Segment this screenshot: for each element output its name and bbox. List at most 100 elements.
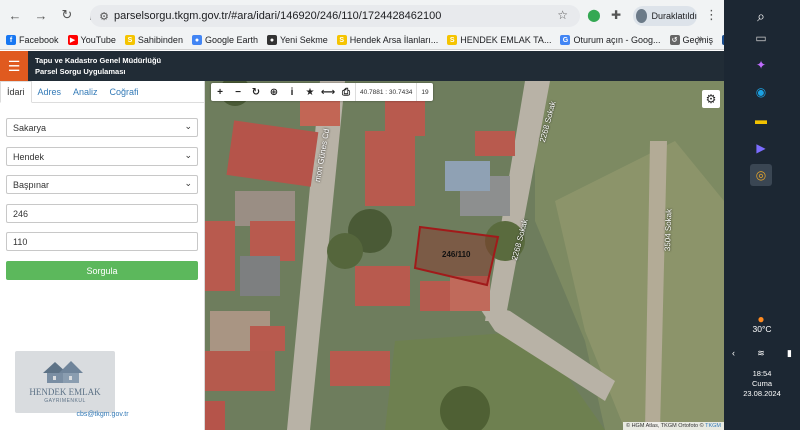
media-player-icon[interactable]: ▶ — [750, 137, 772, 159]
wifi-icon[interactable]: ≋ — [757, 348, 765, 359]
bookmark-item[interactable]: S Hendek Arsa İlanları... — [336, 35, 438, 45]
bookmark-item[interactable]: f Facebook — [6, 35, 59, 45]
task-view-icon[interactable]: ▭ — [750, 27, 772, 49]
chevron-down-icon: ⌄ — [184, 121, 192, 131]
bookmark-item[interactable]: ▶ YouTube — [67, 35, 116, 45]
maps-extension-icon[interactable]: ⬤ — [586, 7, 602, 23]
profile-button[interactable]: Duraklatıldı — [633, 6, 697, 26]
search-icon[interactable]: ⌕ — [750, 5, 772, 27]
bookmark-favicon-icon: ▶ — [67, 35, 78, 45]
bookmark-item[interactable]: ● Yeni Sekme — [267, 35, 328, 45]
footer-email[interactable]: cbs@tkgm.gov.tr — [0, 411, 205, 418]
map-toolbar: + − ↻ ⊕ i ★ ⟷ ⎙ 40.7881 : 30.7434 19 — [211, 83, 433, 101]
block-input[interactable]: 246 — [6, 204, 198, 223]
bookmark-label: Oturum açın - Goog... — [573, 35, 661, 45]
favorite-star-icon[interactable]: ★ — [301, 83, 319, 101]
refresh-icon[interactable]: ↻ — [247, 83, 265, 101]
edge-icon[interactable]: ◉ — [750, 81, 772, 103]
profile-name: Duraklatıldı — [651, 11, 697, 21]
map-attribution: © HGM Atlas, TKGM Ortofoto © TKGM — [622, 422, 724, 430]
tab-analiz[interactable]: Analiz — [67, 81, 104, 102]
zoom-level: 19 — [416, 83, 432, 101]
browser-chrome: ← → ↻ ⌂ ⚙ parselsorgu.tkgm.gov.tr/#ara/i… — [0, 0, 800, 50]
bookmark-favicon-icon: S — [336, 35, 347, 45]
province-select[interactable]: Sakarya ⌄ — [6, 118, 198, 137]
coord-lat: 40.7881 — [360, 88, 384, 96]
zoom-in-icon[interactable]: + — [211, 83, 229, 101]
query-button[interactable]: Sorgula — [6, 261, 198, 280]
bookmark-favicon-icon: ● — [267, 35, 277, 45]
bookmark-label: Facebook — [19, 35, 59, 45]
attribution-text: © HGM Atlas, TKGM Ortofoto © — [625, 423, 706, 429]
chevron-up-icon[interactable]: ‹ — [732, 348, 735, 359]
bookmark-label: Yeni Sekme — [280, 35, 328, 45]
extensions-icon[interactable]: ✚ — [608, 7, 624, 23]
bookmark-item[interactable]: S HENDEK EMLAK TA... — [447, 35, 551, 45]
coord-lon: 30.7434 — [388, 88, 413, 96]
zoom-out-icon[interactable]: − — [229, 83, 247, 101]
neighborhood-select[interactable]: Başpınar ⌄ — [6, 175, 198, 194]
app-title-line2: Parsel Sorgu Uygulaması — [35, 67, 126, 76]
url-text: parselsorgu.tkgm.gov.tr/#ara/idari/14692… — [114, 10, 442, 22]
taskbar-clock[interactable]: 18:54 Cuma 23.08.2024 — [724, 369, 800, 399]
map-settings-gear-icon[interactable]: ⚙ — [702, 90, 720, 108]
back-icon[interactable]: ← — [4, 4, 26, 26]
browser-menu-icon[interactable]: ⋮ — [705, 7, 718, 23]
tab-cografi[interactable]: Coğrafi — [104, 81, 145, 102]
copilot-icon[interactable]: ✦ — [750, 54, 772, 76]
district-select[interactable]: Hendek ⌄ — [6, 147, 198, 166]
windows-taskbar: ⌕ ▭ ✦ ◉ ▬ ▶ ◎ ● 30°C ‹ ≋ ▮ 18:54 Cuma 23… — [724, 0, 800, 430]
house-logo-icon — [43, 361, 83, 383]
bookmark-item[interactable]: ↺ Geçmiş — [669, 35, 713, 45]
bookmarks-bar: f Facebook ▶ YouTube S Sahibinden ● Google Eart… — [0, 30, 800, 50]
measure-icon[interactable]: ⟷ — [319, 83, 337, 101]
file-explorer-icon[interactable]: ▬ — [750, 109, 772, 131]
bookmark-favicon-icon: G — [560, 35, 571, 45]
query-sidebar: İdari Adres Analiz Coğrafi Sakarya ⌄ Hen… — [0, 81, 205, 430]
address-bar[interactable]: ⚙ parselsorgu.tkgm.gov.tr/#ara/idari/146… — [90, 5, 580, 27]
app-header: ☰ Tapu ve Kadastro Genel Müdürlüğü Parse… — [0, 51, 724, 81]
clock-date: 23.08.2024 — [743, 389, 781, 398]
bookmark-item[interactable]: ● Google Earth — [191, 35, 258, 45]
avatar — [636, 9, 648, 23]
forward-icon[interactable]: → — [30, 4, 52, 26]
reload-icon[interactable]: ↻ — [56, 4, 78, 26]
temperature: 30°C — [752, 324, 772, 334]
chevron-down-icon: ⌄ — [184, 150, 192, 160]
map-view[interactable]: + − ↻ ⊕ i ★ ⟷ ⎙ 40.7881 : 30.7434 19 ⚙ 2… — [205, 81, 724, 430]
bookmark-favicon-icon: f — [6, 35, 16, 45]
bookmark-item[interactable]: S Sahibinden — [124, 35, 183, 45]
system-tray: ‹ ≋ ▮ — [732, 348, 792, 359]
bookmark-favicon-icon: S — [447, 35, 458, 45]
logo-line1: HENDEK EMLAK — [29, 387, 101, 397]
bookmark-label: HENDEK EMLAK TA... — [460, 35, 552, 45]
district-value: Hendek — [13, 151, 45, 162]
coordinate-readout: 40.7881 : 30.7434 — [355, 83, 416, 101]
print-icon[interactable]: ⎙ — [337, 83, 355, 101]
info-icon[interactable]: i — [283, 83, 301, 101]
locate-icon[interactable]: ⊕ — [265, 83, 283, 101]
street-label-3504: 3504 Sokak — [663, 208, 674, 252]
clock-day: Cuma — [751, 379, 772, 388]
block-value: 246 — [13, 208, 29, 219]
more-bookmarks-icon[interactable]: » — [697, 33, 703, 45]
parcel-input[interactable]: 110 — [6, 232, 198, 251]
bookmark-item[interactable]: G Oturum açın - Goog... — [560, 35, 661, 45]
bookmark-star-icon[interactable]: ☆ — [557, 8, 568, 22]
bookmark-favicon-icon: ● — [191, 35, 202, 45]
chrome-icon[interactable]: ◎ — [750, 164, 772, 186]
tab-idari[interactable]: İdari — [0, 81, 32, 103]
attribution-link[interactable]: TKGM — [705, 423, 721, 429]
chevron-down-icon: ⌄ — [184, 178, 192, 188]
clock-time: 18:54 — [752, 369, 772, 378]
bookmark-label: Sahibinden — [137, 35, 183, 45]
hamburger-menu-icon[interactable]: ☰ — [0, 51, 28, 81]
neighborhood-value: Başpınar — [13, 179, 50, 190]
logo-line2: GAYRIMENKUL — [44, 398, 86, 404]
site-info-icon[interactable]: ⚙ — [94, 10, 114, 23]
province-value: Sakarya — [13, 122, 47, 133]
parcel-value: 110 — [13, 236, 28, 247]
battery-icon[interactable]: ▮ — [787, 348, 792, 359]
tab-adres[interactable]: Adres — [32, 81, 68, 102]
app-title-line1: Tapu ve Kadastro Genel Müdürlüğü — [35, 56, 162, 65]
